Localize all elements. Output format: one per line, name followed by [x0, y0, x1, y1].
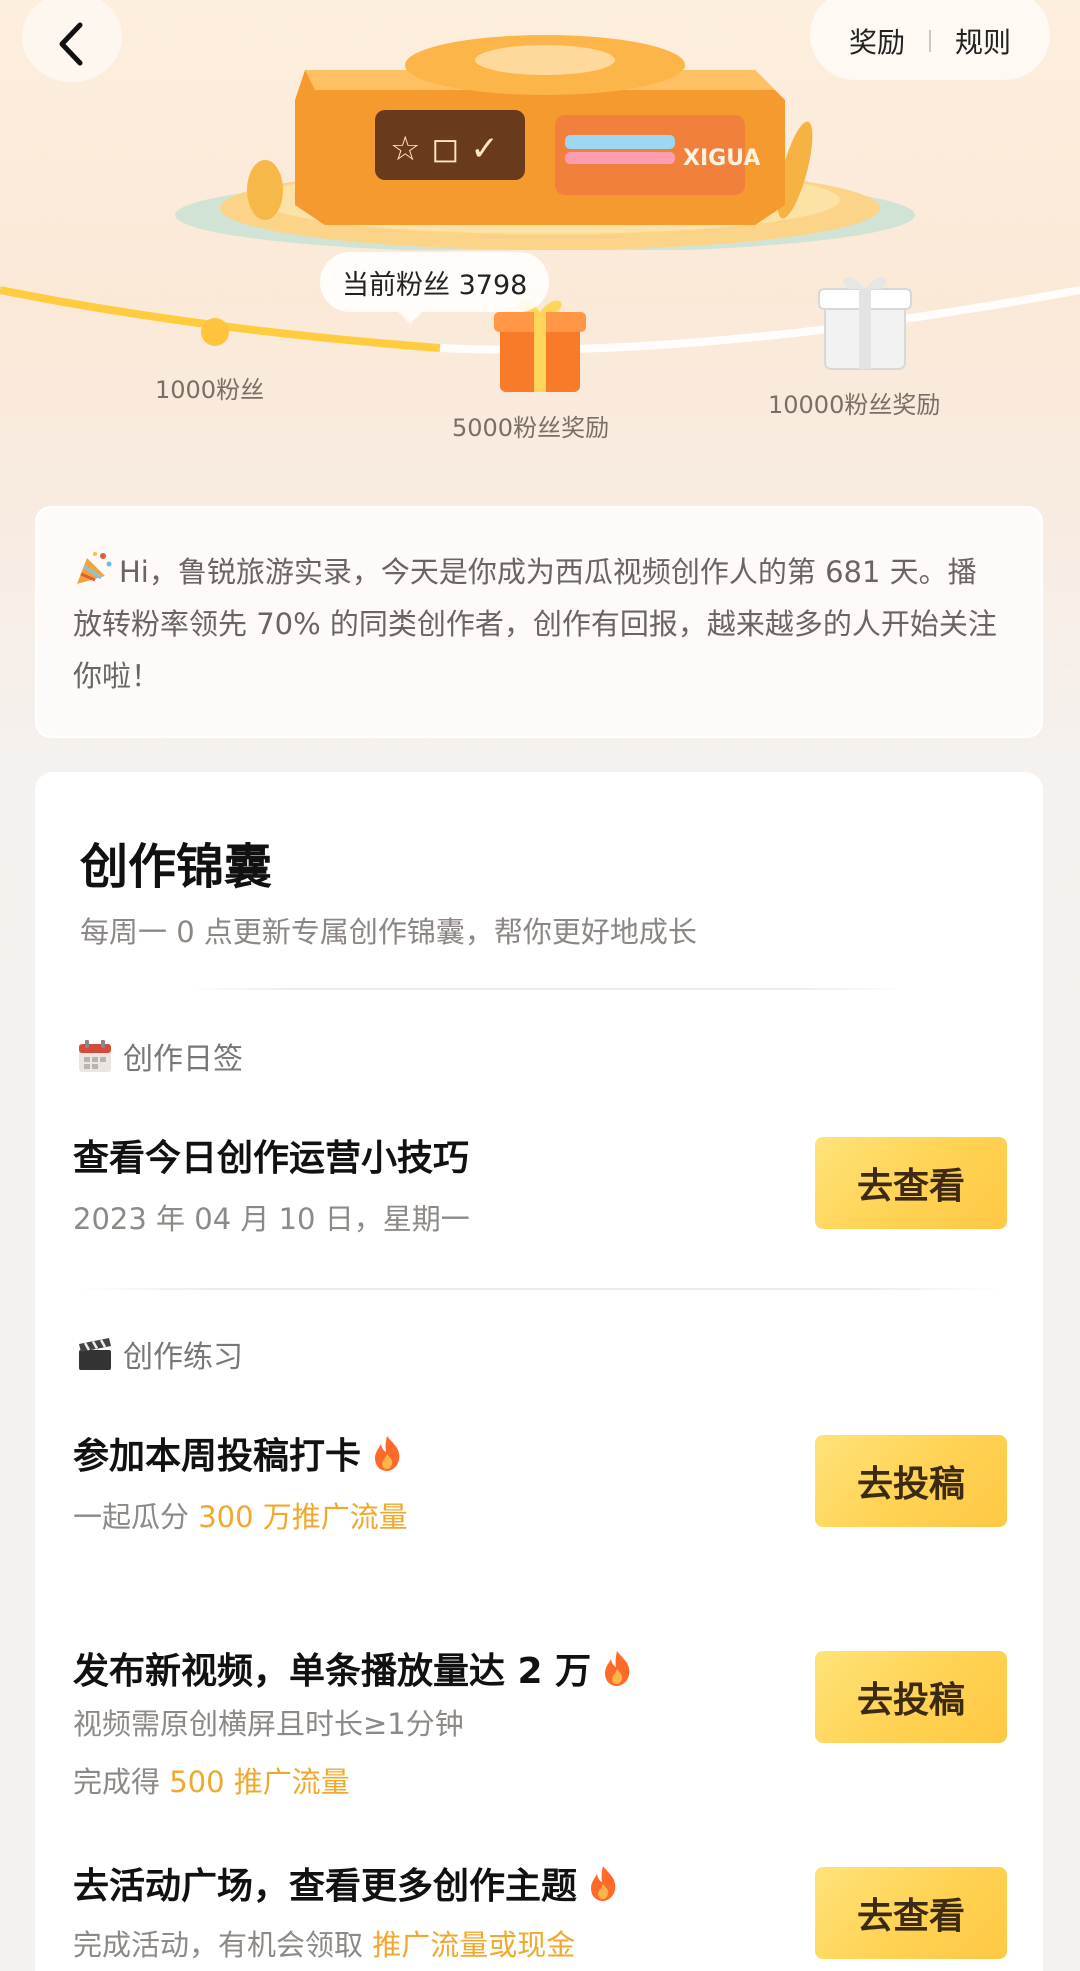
practice-task-requirement-2: 视频需原创横屏且时长≥1分钟: [73, 1707, 464, 1741]
view-activities-button[interactable]: 去查看: [815, 1867, 1007, 1959]
practice-task-title-2: 发布新视频，单条播放量达 2 万: [73, 1642, 633, 1694]
submit-video-button[interactable]: 去投稿: [815, 1651, 1007, 1743]
practice-task-sub-1-prefix: 一起瓜分: [73, 1500, 199, 1534]
submit-checkin-button[interactable]: 去投稿: [815, 1435, 1007, 1527]
daily-section-label: 创作日签: [123, 1042, 243, 1077]
practice-task-title-3: 去活动广场，查看更多创作主题: [73, 1857, 619, 1909]
practice-task-sub-3: 完成活动，有机会领取 推广流量或现金: [73, 1922, 575, 1964]
view-tips-button[interactable]: 去查看: [815, 1137, 1007, 1229]
practice-section-label: 创作练习: [123, 1340, 243, 1375]
rewards-link[interactable]: 奖励: [849, 9, 905, 61]
practice-task-sub-2: 完成得 500 推广流量: [73, 1759, 350, 1801]
practice-task-sub-1-highlight: 300 万推广流量: [198, 1500, 408, 1534]
milestone-label-5000: 5000粉丝奖励: [452, 414, 610, 442]
actions-divider: [929, 30, 931, 52]
daily-task-title: 查看今日创作运营小技巧: [73, 1129, 469, 1181]
greeting-card: Hi，鲁锐旅游实录，今天是你成为西瓜视频创作人的第 681 天。播放转粉率领先 …: [35, 506, 1043, 738]
section-divider: [75, 1288, 1005, 1290]
greeting-text: Hi，鲁锐旅游实录，今天是你成为西瓜视频创作人的第 681 天。播放转粉率领先 …: [73, 555, 997, 693]
milestone-label-1000: 1000粉丝: [155, 376, 265, 404]
milestone-label-10000: 10000粉丝奖励: [768, 391, 941, 419]
top-actions-pill: 奖励 规则: [810, 0, 1050, 80]
current-followers-bubble: 当前粉丝 3798: [320, 252, 550, 324]
hero-banner: ☆ ◻ ✓ XIGUA 当前粉丝 3798 1000粉丝 5000粉丝奖励 10…: [0, 0, 1080, 480]
card-subtitle: 每周一 0 点更新专属创作锦囊，帮你更好地成长: [80, 915, 697, 949]
practice-task-sub-2-prefix: 完成得: [73, 1765, 170, 1799]
practice-task-title-3-text: 去活动广场，查看更多创作主题: [73, 1866, 578, 1907]
milestone-dot-1000: [201, 318, 229, 346]
practice-section-header: 创作练习: [77, 1332, 243, 1376]
daily-task-date: 2023 年 04 月 10 日，星期一: [73, 1202, 470, 1236]
card-title: 创作锦囊: [80, 839, 273, 895]
practice-task-title-1: 参加本周投稿打卡: [73, 1427, 403, 1479]
party-popper-icon: [77, 552, 112, 584]
chevron-left-icon: [59, 22, 83, 66]
rules-link[interactable]: 规则: [955, 9, 1011, 61]
fire-icon: [591, 1866, 616, 1901]
daily-section-header: 创作日签: [77, 1034, 243, 1078]
practice-task-title-2-text: 发布新视频，单条播放量达 2 万: [73, 1651, 592, 1692]
title-divider: [185, 988, 905, 990]
practice-task-title-1-text: 参加本周投稿打卡: [73, 1436, 362, 1477]
practice-task-sub-3-prefix: 完成活动，有机会领取: [73, 1928, 373, 1962]
fire-icon: [375, 1436, 400, 1471]
fire-icon: [605, 1651, 630, 1686]
creation-tips-card: 创作锦囊 每周一 0 点更新专属创作锦囊，帮你更好地成长 创作日签 查看今日创作…: [35, 772, 1043, 1971]
practice-task-sub-2-highlight: 500 推广流量: [169, 1765, 350, 1799]
daily-task-title-text: 查看今日创作运营小技巧: [73, 1138, 470, 1179]
gift-icon-white: [818, 277, 912, 370]
calendar-icon: [79, 1040, 111, 1072]
clapperboard-icon: [79, 1338, 111, 1370]
practice-task-sub-3-highlight: 推广流量或现金: [372, 1928, 576, 1962]
practice-task-sub-1: 一起瓜分 300 万推广流量: [73, 1494, 408, 1536]
